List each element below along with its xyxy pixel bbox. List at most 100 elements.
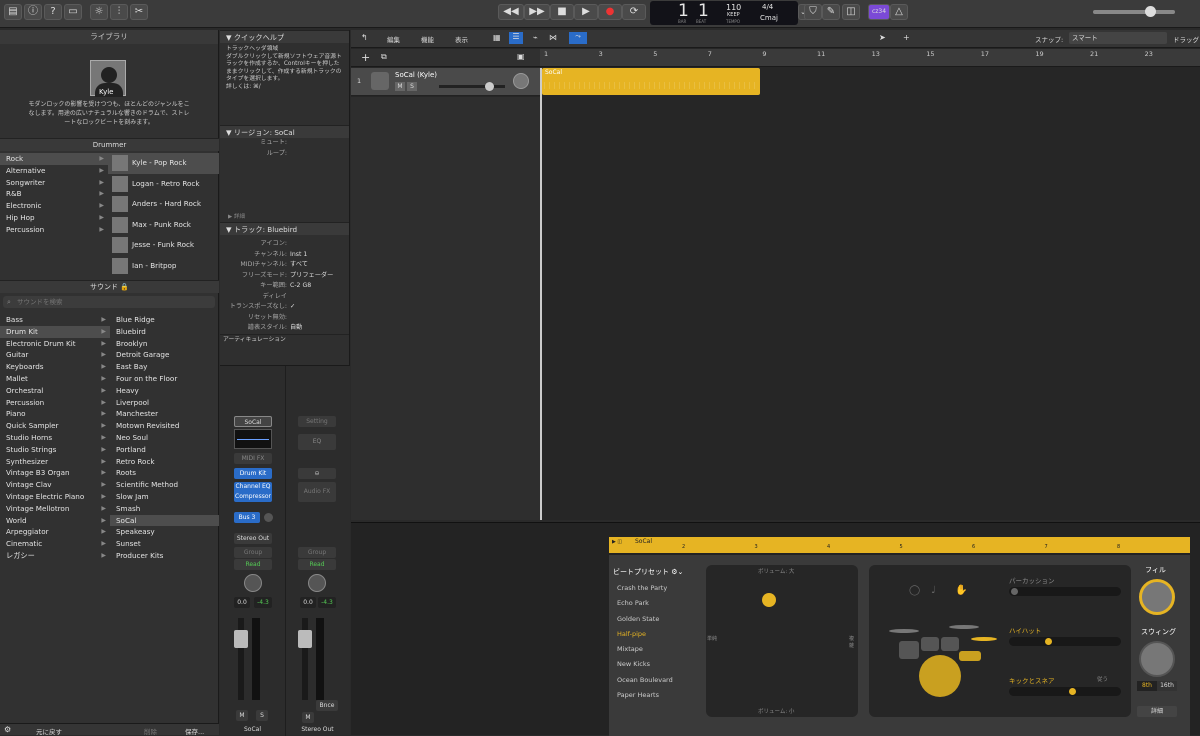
articulation-row[interactable]: アーティキュレーション	[220, 333, 349, 345]
stop-button[interactable]: ■	[550, 4, 574, 20]
kick-snare-slider-knob[interactable]	[1069, 688, 1076, 695]
preset-item[interactable]: Echo Park	[613, 596, 697, 611]
sound-item[interactable]: SoCal	[110, 514, 219, 527]
track-param-row[interactable]: チャンネル: Inst 1	[220, 250, 349, 261]
mixer-icon[interactable]: ⫶	[110, 4, 128, 20]
drummer-item[interactable]: Jesse - Funk Rock	[108, 235, 219, 256]
track-param-row[interactable]: ディレイ	[220, 292, 349, 303]
editor-ruler[interactable]: ▶ ◫ SoCal 2 3 4 5 6 7 8	[609, 537, 1190, 553]
strip1-instrument-slot[interactable]: Drum Kit	[234, 468, 272, 479]
preset-item[interactable]: Mixtape	[613, 642, 697, 657]
sound-category-item[interactable]: Vintage Mellotron ▶	[0, 503, 110, 515]
quick-help-header[interactable]: ▼ クイックヘルプ	[220, 30, 349, 43]
view-menu[interactable]: 表示	[455, 34, 468, 44]
sound-category-item[interactable]: Mallet ▶	[0, 373, 110, 385]
strip1-pan-knob[interactable]	[244, 574, 262, 592]
sound-item[interactable]: Brooklyn	[110, 338, 219, 350]
shaker-icon[interactable]: ♩	[931, 585, 936, 596]
sound-category-item[interactable]: Vintage B3 Organ ▶	[0, 467, 110, 479]
drag-label[interactable]: ドラッグ	[1173, 34, 1199, 44]
genre-item[interactable]: Percussion ▶	[0, 224, 108, 236]
strip1-fader-track[interactable]	[234, 618, 248, 700]
track-param-row[interactable]: キー範囲: C-2 G8	[220, 281, 349, 292]
preset-item[interactable]: Half-pipe	[613, 627, 697, 642]
toolbar-icon[interactable]: ▭	[64, 4, 82, 20]
list-view-icon[interactable]: ☰	[509, 32, 523, 44]
loop-browser-icon[interactable]: ◫	[842, 4, 860, 20]
global-tracks-icon[interactable]: ▣	[517, 52, 525, 61]
sound-category-item[interactable]: Synthesizer ▶	[0, 456, 110, 468]
hihat-slider[interactable]	[1009, 637, 1121, 646]
drummer-item[interactable]: Ian - Britpop	[108, 256, 219, 277]
sound-item[interactable]: Smash	[110, 503, 219, 515]
sound-category-item[interactable]: Orchestral ▶	[0, 385, 110, 397]
track-header[interactable]: ▼ トラック: Bluebird	[220, 222, 349, 235]
hihat-cymbal[interactable]	[971, 637, 997, 641]
percussion-slider-knob[interactable]	[1011, 588, 1018, 595]
genre-item[interactable]: Songwriter ▶	[0, 177, 108, 189]
kick-drum[interactable]	[919, 655, 961, 697]
cycle-button[interactable]: ⟳	[622, 4, 646, 20]
strip1-setting-button[interactable]: SoCal	[234, 416, 272, 427]
strip1-send-slot[interactable]: Bus 3	[234, 512, 260, 523]
sound-item[interactable]: Sunset	[110, 538, 219, 550]
region-header[interactable]: ▼ リージョン: SoCal	[220, 125, 349, 138]
pointer-tool-icon[interactable]: ➤	[879, 33, 886, 42]
catch-icon[interactable]: ⤳	[569, 32, 587, 44]
strip2-eq-slot[interactable]: EQ	[298, 434, 336, 450]
ride-cymbal[interactable]	[949, 625, 979, 629]
xy-puck[interactable]	[762, 593, 776, 607]
hihat-slider-knob[interactable]	[1045, 638, 1052, 645]
sound-item[interactable]: Manchester	[110, 408, 219, 420]
strip1-fader-handle[interactable]	[234, 630, 248, 648]
drummer-item[interactable]: Anders - Hard Rock	[108, 194, 219, 215]
sound-category-item[interactable]: Piano ▶	[0, 408, 110, 420]
sound-item[interactable]: Retro Rock	[110, 456, 219, 468]
preset-item[interactable]: Ocean Boulevard	[613, 673, 697, 688]
strip1-automation-read[interactable]: Read	[234, 559, 272, 570]
strip2-bounce-button[interactable]: Bnce	[316, 700, 338, 711]
sound-item[interactable]: Portland	[110, 444, 219, 456]
xy-pad[interactable]: ボリューム: 大 ボリューム: 小 単純 複雑	[706, 565, 858, 717]
track-volume-knob[interactable]	[485, 82, 494, 91]
editors-scissors-icon[interactable]: ✂	[130, 4, 148, 20]
strip2-setting-button[interactable]: Setting	[298, 416, 336, 427]
region-loop-row[interactable]: ループ:	[220, 149, 349, 160]
sound-item[interactable]: East Bay	[110, 361, 219, 373]
pencil-tool-icon[interactable]: +	[903, 33, 910, 42]
rewind-button[interactable]: ◀◀	[498, 4, 524, 20]
quick-help-icon[interactable]: ?	[44, 4, 62, 20]
sound-item[interactable]: Detroit Garage	[110, 349, 219, 361]
genre-item[interactable]: Hip Hop ▶	[0, 212, 108, 224]
preset-item[interactable]: Crash the Party	[613, 581, 697, 596]
track-mute-button[interactable]: M	[395, 82, 405, 91]
track-pan-knob[interactable]	[513, 73, 529, 89]
strip1-output-slot[interactable]: Stereo Out	[234, 533, 272, 544]
sound-category-item[interactable]: Keyboards ▶	[0, 361, 110, 373]
track-header[interactable]: 1 SoCal (Kyle) M S	[351, 68, 540, 96]
region-mute-row[interactable]: ミュート:	[220, 138, 349, 149]
strip1-name[interactable]: SoCal	[220, 726, 285, 733]
function-menu[interactable]: 機能	[421, 34, 434, 44]
drummer-region[interactable]: SoCal	[542, 68, 760, 95]
record-button[interactable]: ●	[598, 4, 622, 20]
sound-category-item[interactable]: Cinematic ▶	[0, 538, 110, 550]
back-arrow-icon[interactable]: ↰	[361, 33, 368, 42]
kick-snare-slider[interactable]	[1009, 687, 1121, 696]
track-volume-slider[interactable]	[439, 82, 505, 91]
track-param-row[interactable]: MIDIチャンネル: すべて	[220, 260, 349, 271]
gear-icon[interactable]: ⚙	[4, 725, 11, 734]
preset-item[interactable]: New Kicks	[613, 657, 697, 672]
strip2-fader-handle[interactable]	[298, 630, 312, 648]
crash-cymbal[interactable]	[889, 629, 919, 633]
automation-icon[interactable]: ⌁	[533, 33, 538, 42]
sound-item[interactable]: Slow Jam	[110, 491, 219, 503]
track-header-empty[interactable]	[351, 97, 540, 520]
snare-drum[interactable]	[959, 651, 981, 661]
edit-menu[interactable]: 編集	[387, 34, 400, 44]
swing-16th-button[interactable]: 16th	[1157, 681, 1177, 691]
playhead[interactable]	[540, 68, 542, 520]
lcd-display[interactable]: 1 1 BAR BEAT 110 KEEP TEMPO 4/4 Cmaj	[650, 1, 798, 25]
sound-category-item[interactable]: Arpeggiator ▶	[0, 526, 110, 538]
timeline-ruler[interactable]: 1 3 5 7 9 11 13 15 17 19 21 23	[540, 49, 1200, 67]
